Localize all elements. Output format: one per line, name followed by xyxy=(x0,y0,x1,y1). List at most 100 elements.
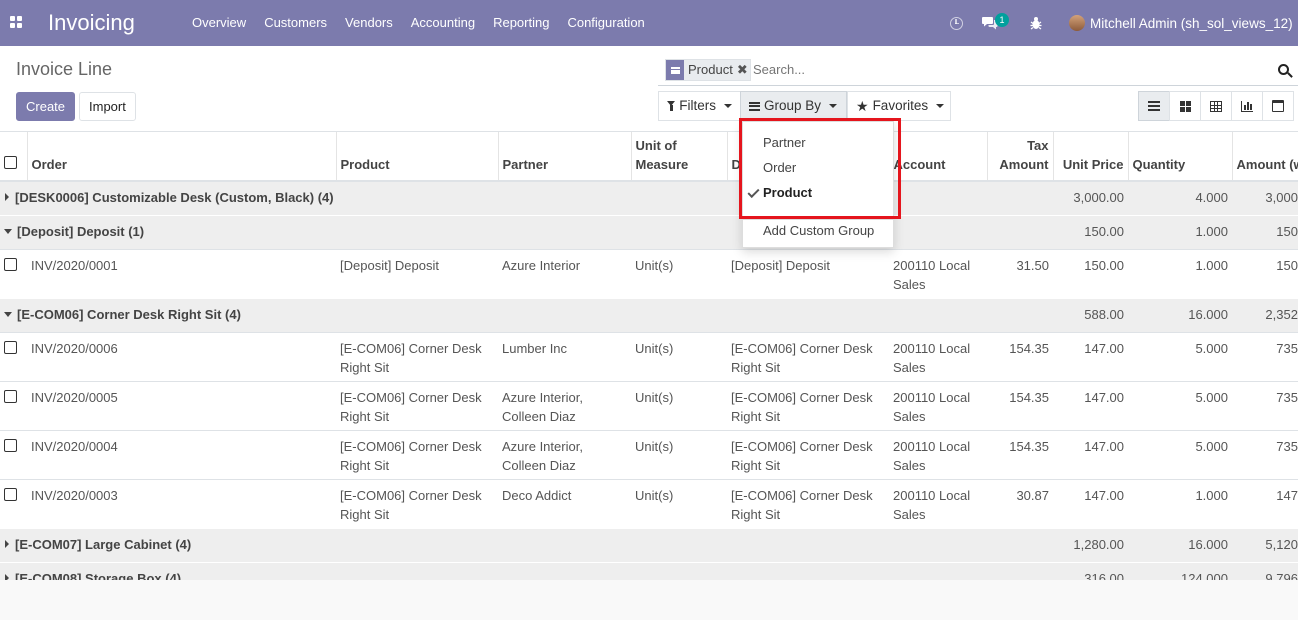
menu-reporting[interactable]: Reporting xyxy=(484,0,558,46)
account-cell: 200110 Local Sales xyxy=(889,331,987,381)
menu-configuration[interactable]: Configuration xyxy=(558,0,653,46)
product-cell: [E-COM06] Corner Desk Right Sit xyxy=(336,380,498,430)
group-row[interactable]: [Deposit] Deposit (1) 150.001.000150.00 xyxy=(0,214,1298,249)
table-row[interactable]: INV/2020/0005 [E-COM06] Corner Desk Right… xyxy=(0,380,1298,430)
add-custom-group-button[interactable]: Add Custom Group xyxy=(743,218,895,243)
column-order[interactable]: Order xyxy=(27,132,337,182)
groupby-option-order[interactable]: Order xyxy=(743,155,895,180)
amount-cell: 735.00 xyxy=(1232,331,1298,381)
tax-amount-cell: 31.50 xyxy=(987,248,1053,298)
order-cell: INV/2020/0003 xyxy=(27,478,336,528)
group-label: [E-COM07] Large Cabinet (4) xyxy=(15,536,192,552)
unit-price-cell: 147.00 xyxy=(1053,478,1128,528)
row-checkbox[interactable] xyxy=(4,340,17,354)
filters-button[interactable]: Filters xyxy=(658,91,740,121)
groupby-option-product[interactable]: Product xyxy=(743,180,895,205)
caret-right-icon xyxy=(5,193,9,201)
column-unit-price[interactable]: Unit Price xyxy=(1053,132,1129,182)
column-tax-amount[interactable]: Tax Amount xyxy=(987,132,1054,182)
groupby-option-label: Order xyxy=(763,160,797,175)
add-custom-group-label: Add Custom Group xyxy=(763,223,875,238)
description-cell: [E-COM06] Corner Desk Right Sit xyxy=(727,331,889,381)
column-account[interactable]: Account xyxy=(889,132,988,182)
row-select-cell xyxy=(0,380,27,430)
groupby-bars-icon xyxy=(749,101,760,111)
group-tax-cell xyxy=(987,527,1053,562)
row-checkbox[interactable] xyxy=(4,438,17,452)
column-quantity[interactable]: Quantity xyxy=(1128,132,1233,182)
search-input[interactable] xyxy=(753,62,1253,77)
partner-cell: Azure Interior, Colleen Diaz xyxy=(498,429,631,479)
amount-cell: 150.00 xyxy=(1232,248,1298,298)
menu-vendors[interactable]: Vendors xyxy=(336,0,402,46)
activity-clock-icon[interactable] xyxy=(946,13,966,33)
group-label: [E-COM06] Corner Desk Right Sit (4) xyxy=(17,306,241,322)
column-amount-untaxed[interactable]: Amount (without Taxes) xyxy=(1232,132,1298,182)
group-row[interactable]: [E-COM06] Corner Desk Right Sit (4) 588.0… xyxy=(0,297,1298,332)
search-facet-groupby[interactable]: Product ✖ xyxy=(665,59,751,81)
pivot-view-button[interactable] xyxy=(1200,91,1232,121)
column-unit-of-measure[interactable]: Unit of Measure xyxy=(631,132,728,182)
favorites-button[interactable]: ★ Favorites xyxy=(847,91,951,121)
table-row[interactable]: INV/2020/0006 [E-COM06] Corner Desk Right… xyxy=(0,331,1298,381)
table-body: [DESK0006] Customizable Desk (Custom, Bl… xyxy=(0,180,1298,581)
row-checkbox[interactable] xyxy=(4,487,17,501)
groupby-option-partner[interactable]: Partner xyxy=(743,130,895,155)
amount-cell: 735.00 xyxy=(1232,429,1298,479)
column-partner[interactable]: Partner xyxy=(498,132,632,182)
facet-value: Product xyxy=(688,62,733,77)
table-row[interactable]: INV/2020/0004 [E-COM06] Corner Desk Right… xyxy=(0,429,1298,479)
search-bar: Product ✖ xyxy=(658,56,1298,86)
groupby-button[interactable]: Group By xyxy=(740,91,847,121)
description-cell: [E-COM06] Corner Desk Right Sit xyxy=(727,478,889,528)
facet-remove-icon[interactable]: ✖ xyxy=(737,60,750,80)
create-button[interactable]: Create xyxy=(16,92,76,121)
tax-amount-cell: 154.35 xyxy=(987,429,1053,479)
filters-label: Filters xyxy=(679,98,716,113)
table-row[interactable]: INV/2020/0003 [E-COM06] Corner Desk Right… xyxy=(0,478,1298,528)
group-row[interactable]: [E-COM07] Large Cabinet (4) 1,280.00 16.00… xyxy=(0,527,1298,562)
column-product[interactable]: Product xyxy=(336,132,499,182)
account-cell: 200110 Local Sales xyxy=(889,380,987,430)
list-view-button[interactable] xyxy=(1138,91,1170,121)
group-label: [DESK0006] Customizable Desk (Custom, Bl… xyxy=(15,190,334,205)
partner-cell: Azure Interior, Colleen Diaz xyxy=(498,380,631,430)
calendar-icon xyxy=(1272,100,1284,112)
table-row[interactable]: INV/2020/0001 [Deposit] Deposit Azure Inte… xyxy=(0,248,1298,298)
groupby-dropdown: Partner Order Product Add Custom Group xyxy=(742,121,895,248)
partner-cell: Deco Addict xyxy=(498,478,631,528)
caret-down-icon xyxy=(829,104,838,108)
graph-view-button[interactable] xyxy=(1231,91,1263,121)
product-cell: [E-COM06] Corner Desk Right Sit xyxy=(336,429,498,479)
menu-accounting[interactable]: Accounting xyxy=(402,0,484,46)
menu-overview[interactable]: Overview xyxy=(183,0,255,46)
group-amount: 9,796.00 xyxy=(1232,561,1298,580)
calendar-view-button[interactable] xyxy=(1262,91,1294,121)
kanban-view-icon xyxy=(1179,100,1191,112)
group-row[interactable]: [DESK0006] Customizable Desk (Custom, Bl… xyxy=(0,180,1298,215)
group-row[interactable]: [E-COM08] Storage Box (4) 316.00 124.000 9,… xyxy=(0,561,1298,581)
apps-menu-icon[interactable] xyxy=(10,16,22,28)
amount-cell: 735.00 xyxy=(1232,380,1298,430)
user-menu[interactable]: Mitchell Admin (sh_sol_views_12) xyxy=(1069,13,1293,33)
description-cell: [E-COM06] Corner Desk Right Sit xyxy=(727,429,889,479)
row-checkbox[interactable] xyxy=(4,257,17,271)
row-checkbox[interactable] xyxy=(4,389,17,403)
group-label: [E-COM08] Storage Box (4) xyxy=(15,570,182,581)
menu-customers[interactable]: Customers xyxy=(255,0,336,46)
avatar xyxy=(1069,15,1085,31)
main-menu: Overview Customers Vendors Accounting Re… xyxy=(183,0,654,46)
group-quantity: 16.000 xyxy=(1128,527,1232,562)
select-all-checkbox[interactable] xyxy=(4,156,17,169)
table-header-row: Order Product Partner Unit of Measure D … xyxy=(0,132,1298,182)
order-cell: INV/2020/0005 xyxy=(27,380,336,430)
control-panel: Invoice Line Create Import Product ✖ Fil… xyxy=(0,46,1298,132)
app-title[interactable]: Invoicing xyxy=(48,10,135,36)
group-quantity: 16.000 xyxy=(1128,297,1232,332)
caret-down-icon xyxy=(724,104,732,108)
search-icon[interactable] xyxy=(1278,64,1293,78)
kanban-view-button[interactable] xyxy=(1169,91,1201,121)
group-amount: 5,120.00 xyxy=(1232,527,1298,562)
import-button[interactable]: Import xyxy=(79,92,136,121)
debug-bug-icon[interactable] xyxy=(1026,13,1046,33)
